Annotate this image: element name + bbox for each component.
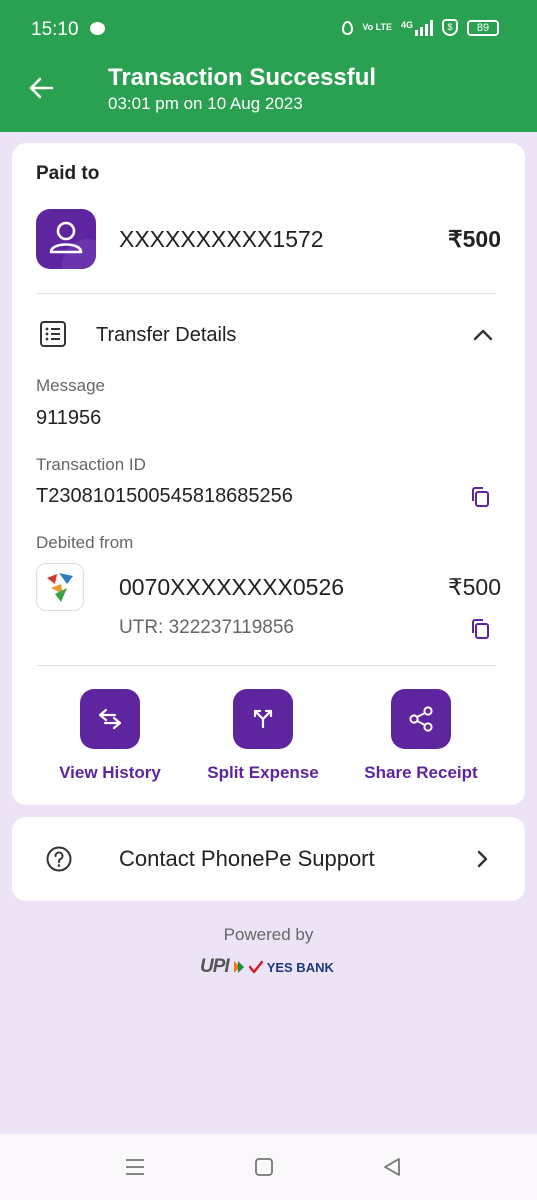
system-navigation-bar — [0, 1134, 537, 1200]
signal-icon: 4G — [400, 19, 433, 36]
powered-by-text: Powered by — [223, 925, 314, 944]
app-bar: Transaction Successful 03:01 pm on 10 Au… — [0, 48, 537, 132]
transaction-timestamp: 03:01 pm on 10 Aug 2023 — [108, 94, 303, 113]
partner-logos: UPI YES BANK — [200, 955, 340, 979]
help-question-icon — [46, 846, 72, 872]
divider — [36, 293, 496, 294]
message-value: 911956 — [36, 407, 102, 429]
debited-from-label: Debited from — [36, 533, 134, 552]
chevron-right-icon[interactable] — [471, 847, 493, 871]
utr-number: UTR: 322237119856 — [119, 617, 294, 638]
contact-support-button[interactable]: Contact PhonePe Support — [12, 817, 525, 901]
divider — [36, 665, 496, 666]
back-arrow-icon[interactable] — [24, 70, 60, 106]
view-history-label[interactable]: View History — [45, 763, 175, 783]
chat-notification-icon — [90, 22, 105, 35]
page-title: Transaction Successful — [108, 64, 377, 91]
status-bar: 15:10 Vo LTE 4G $ 89 — [0, 0, 537, 48]
shield-dollar-icon: $ — [442, 19, 458, 36]
upi-logo: UPI — [200, 956, 230, 977]
split-icon[interactable] — [233, 689, 293, 749]
payee-avatar-icon — [36, 209, 96, 269]
payee-name: XXXXXXXXXX1572 — [119, 226, 324, 252]
transaction-id-value: T2308101500545818685256 — [36, 485, 293, 507]
history-arrows-icon[interactable] — [80, 689, 140, 749]
copy-transaction-id-icon[interactable] — [469, 485, 491, 509]
message-label: Message — [36, 376, 105, 395]
paid-to-heading: Paid to — [36, 163, 100, 184]
home-square-icon[interactable] — [253, 1156, 275, 1178]
split-expense-label[interactable]: Split Expense — [198, 763, 328, 783]
yes-bank-logo: YES BANK — [266, 959, 334, 975]
transaction-id-label: Transaction ID — [36, 455, 146, 474]
view-history-button[interactable]: View History — [45, 689, 175, 783]
debit-account-number: 0070XXXXXXXX0526 — [119, 574, 345, 600]
data-saver-icon — [342, 20, 354, 35]
status-time: 15:10 — [31, 19, 79, 40]
copy-utr-icon[interactable] — [469, 617, 491, 641]
yes-bank-tick-icon — [248, 960, 263, 974]
status-icons: Vo LTE 4G $ 89 — [342, 19, 499, 36]
chevron-up-icon[interactable] — [471, 323, 495, 347]
network-type: 4G — [400, 19, 413, 30]
document-list-icon — [40, 321, 66, 347]
transfer-details-heading[interactable]: Transfer Details — [96, 324, 236, 347]
menu-icon[interactable] — [124, 1156, 146, 1178]
battery-indicator: 89 — [467, 19, 499, 36]
split-expense-button[interactable]: Split Expense — [198, 689, 328, 783]
paid-amount: ₹500 — [447, 226, 501, 252]
share-receipt-button[interactable]: Share Receipt — [356, 689, 486, 783]
share-icon[interactable] — [391, 689, 451, 749]
contact-support-label[interactable]: Contact PhonePe Support — [119, 846, 375, 872]
back-triangle-icon[interactable] — [381, 1156, 403, 1178]
bank-logo-icon — [36, 563, 84, 611]
transaction-card: Paid to XXXXXXXXXX1572 ₹500 Transfer Det… — [12, 143, 525, 805]
debit-amount: ₹500 — [447, 574, 501, 600]
share-receipt-label[interactable]: Share Receipt — [356, 763, 486, 783]
upi-arrow-icon — [233, 961, 244, 973]
volte-indicator: Vo LTE — [362, 22, 392, 32]
